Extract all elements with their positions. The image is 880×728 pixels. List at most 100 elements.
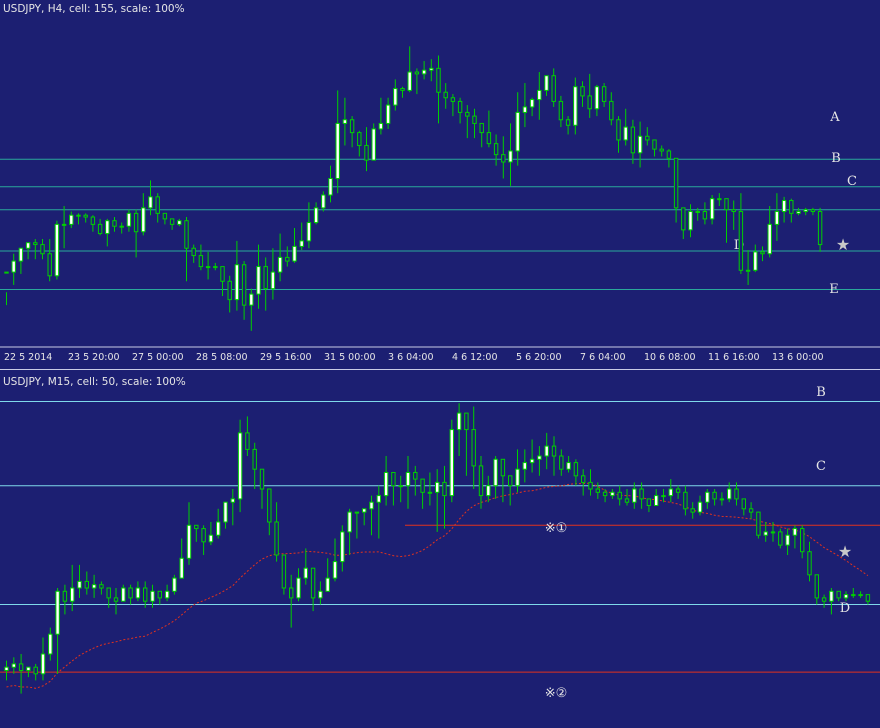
m15-candle bbox=[347, 511, 352, 533]
m15-candle bbox=[807, 551, 812, 576]
m15-candle bbox=[712, 491, 717, 500]
m15-candle bbox=[289, 587, 294, 599]
h4-candle bbox=[731, 209, 736, 213]
m15-candle bbox=[296, 577, 301, 599]
h4-candle bbox=[637, 135, 643, 154]
h4-candle bbox=[357, 132, 362, 146]
h4-candle bbox=[508, 150, 513, 163]
m15-candle bbox=[55, 590, 60, 635]
m15-candle bbox=[369, 501, 374, 510]
m15-candle bbox=[471, 429, 476, 467]
chart-stage: USDJPY, H4, cell: 155, scale: 100% ABCDE… bbox=[0, 0, 880, 728]
bottom-star-marker: ★ bbox=[838, 542, 852, 561]
m15-candle bbox=[201, 528, 206, 543]
bottom-panel-title: USDJPY, M15, cell: 50, scale: 100% bbox=[3, 376, 186, 388]
m15-candle bbox=[62, 590, 68, 602]
m15-candle bbox=[216, 521, 221, 536]
time-tick-label: 31 5 00:00 bbox=[324, 352, 376, 363]
h4-candle bbox=[4, 271, 9, 274]
h4-candle bbox=[119, 225, 124, 228]
h4-candle bbox=[594, 86, 600, 110]
level-label: ※① bbox=[545, 521, 568, 536]
m15-candle bbox=[106, 587, 111, 599]
h4-candle bbox=[414, 71, 420, 75]
m15-candle bbox=[588, 481, 593, 490]
h4-candle bbox=[781, 200, 787, 213]
m15-candle bbox=[26, 666, 31, 672]
m15-candle bbox=[493, 458, 498, 487]
m15-candle bbox=[427, 491, 433, 494]
m15-candle bbox=[654, 495, 659, 506]
m15-candle bbox=[405, 472, 411, 487]
m15-candle bbox=[186, 524, 192, 559]
m15-candle bbox=[573, 462, 579, 477]
m15-candle bbox=[33, 666, 38, 675]
m15-candle bbox=[18, 663, 24, 671]
h4-candle bbox=[371, 128, 376, 161]
h4-candle bbox=[601, 86, 607, 102]
h4-candle bbox=[450, 97, 456, 102]
m15-candle bbox=[435, 481, 440, 493]
m15-candle bbox=[529, 458, 535, 464]
h4-candle bbox=[191, 247, 196, 257]
h4-candle bbox=[97, 223, 103, 235]
h4-candle bbox=[241, 264, 247, 306]
m15-candle bbox=[821, 597, 827, 602]
h4-candle bbox=[745, 269, 751, 272]
time-tick-label: 13 6 00:00 bbox=[772, 352, 824, 363]
m15-candle bbox=[683, 491, 688, 510]
h4-candle bbox=[407, 71, 412, 91]
m15-candle bbox=[566, 462, 571, 470]
h4-candle bbox=[227, 280, 232, 301]
m15-candle bbox=[391, 472, 396, 487]
h4-candle bbox=[40, 244, 45, 255]
m15-candle bbox=[800, 528, 805, 553]
m15-candle bbox=[668, 488, 673, 497]
h4-candle bbox=[565, 119, 571, 126]
m15-candle bbox=[843, 594, 849, 599]
h4-candle bbox=[760, 251, 765, 255]
h4-candle bbox=[544, 75, 549, 91]
m15-candle bbox=[99, 584, 104, 589]
m15-candle bbox=[281, 554, 287, 589]
m15-candle bbox=[40, 653, 46, 675]
m15-candle bbox=[70, 587, 75, 602]
h4-candle bbox=[587, 95, 592, 110]
h4-candle bbox=[709, 198, 715, 220]
h4-candle bbox=[33, 242, 38, 246]
h4-candle bbox=[83, 214, 88, 218]
h4-candle bbox=[609, 100, 614, 121]
m15-candle bbox=[267, 488, 272, 523]
h4-candle bbox=[133, 212, 139, 233]
m15-candle bbox=[719, 498, 725, 501]
m15-candle bbox=[763, 531, 768, 536]
h4-candle bbox=[141, 207, 146, 233]
h4-candle bbox=[61, 223, 67, 226]
level-label: A bbox=[829, 110, 840, 125]
m15-candle bbox=[237, 432, 243, 500]
h4-candle bbox=[112, 220, 117, 227]
h4-candle bbox=[378, 122, 384, 130]
h4-candle bbox=[789, 200, 794, 214]
m15-candle bbox=[362, 508, 367, 513]
h4-candle bbox=[573, 86, 578, 126]
h4-candle bbox=[364, 144, 369, 161]
top-star-marker: ★ bbox=[836, 235, 850, 254]
h4-candle bbox=[54, 223, 60, 277]
m15-candle bbox=[383, 472, 389, 497]
h4-candle bbox=[18, 247, 24, 262]
m15-candle bbox=[420, 478, 425, 493]
h4-candle bbox=[717, 198, 722, 201]
m15-candle bbox=[223, 501, 228, 523]
m15-candle bbox=[756, 511, 761, 536]
h4-candle bbox=[90, 216, 96, 225]
m15-candle bbox=[340, 531, 345, 563]
h4-candle bbox=[213, 266, 218, 269]
m15-candle bbox=[559, 455, 564, 470]
m15-candle bbox=[413, 472, 418, 480]
h4-candle bbox=[385, 104, 391, 124]
m15-candle bbox=[770, 531, 776, 534]
h4-candle bbox=[256, 266, 261, 295]
m15-candle bbox=[748, 508, 754, 513]
h4-candle bbox=[328, 177, 333, 196]
